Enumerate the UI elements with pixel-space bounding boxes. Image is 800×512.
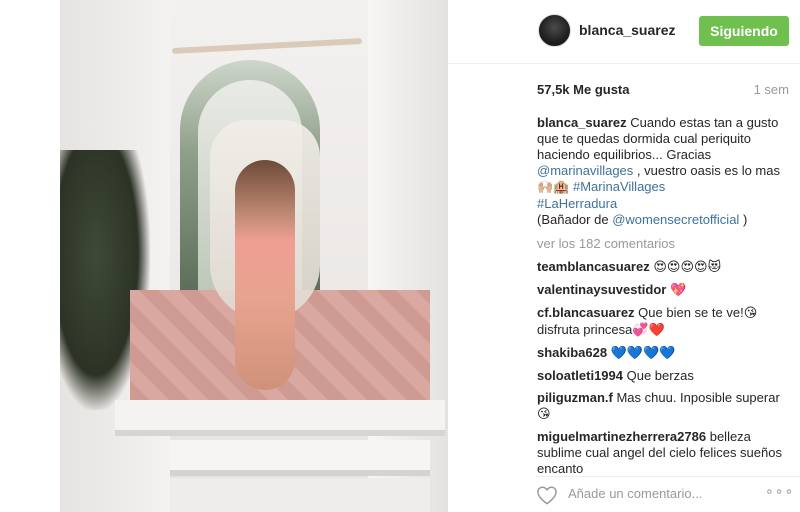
- comment-username[interactable]: teamblancasuarez: [537, 259, 650, 274]
- comment-item: cf.blancasuarez Que bien se te ve!😘 disf…: [537, 305, 794, 339]
- comment-emoji: 💖: [669, 283, 687, 298]
- comment-emoji: 💞❤️: [632, 323, 665, 338]
- mention-link[interactable]: @womensecretofficial: [612, 212, 739, 227]
- photo-step: [170, 440, 430, 470]
- comment-item: piliguzman.f Mas chuu. Inposible superar…: [537, 390, 794, 423]
- comment-emoji: 💙💙💙💙: [610, 346, 676, 361]
- comment-item: shakiba628 💙💙💙💙: [537, 345, 794, 362]
- username-link[interactable]: blanca_suarez: [579, 22, 676, 38]
- comment-username[interactable]: valentinaysuvestidor: [537, 282, 666, 297]
- post-sidebar: blanca_suarez Siguiendo 57,5k Me gusta 1…: [448, 0, 800, 512]
- comment-text: disfruta princesa: [537, 322, 633, 337]
- caption: blanca_suarez Cuando estas tan a gusto q…: [537, 115, 794, 228]
- comment-item: soloatleti1994 Que berzas: [537, 368, 794, 384]
- comment-username[interactable]: cf.blancasuarez: [537, 305, 635, 320]
- comment-text: Que bien se te ve!: [638, 305, 744, 320]
- caption-emoji: 🙌🏼🏨: [537, 180, 570, 195]
- comment-username[interactable]: soloatleti1994: [537, 368, 623, 383]
- following-button[interactable]: Siguiendo: [699, 16, 789, 46]
- comment-text: Mas chuu. Inposible superar: [616, 390, 780, 405]
- comment-emoji: 😘: [537, 407, 551, 422]
- photo-wall-right: [368, 0, 448, 512]
- avatar[interactable]: [538, 14, 571, 47]
- hashtag-link[interactable]: #LaHerradura: [537, 196, 617, 211]
- comment-footer: Añade un comentario... ∘∘∘: [536, 476, 800, 512]
- caption-username[interactable]: blanca_suarez: [537, 115, 627, 130]
- photo-person: [235, 160, 295, 390]
- photo-step: [115, 400, 445, 430]
- add-comment-input[interactable]: Añade un comentario...: [568, 486, 702, 501]
- post-time[interactable]: 1 sem: [754, 82, 789, 97]
- comment-emoji: 😍😍😍😍😻: [653, 260, 722, 275]
- likes-row: 57,5k Me gusta 1 sem: [537, 82, 789, 97]
- heart-icon[interactable]: [536, 485, 558, 505]
- view-all-comments-link[interactable]: ver los 182 comentarios: [537, 236, 794, 252]
- caption-text: ): [742, 212, 748, 227]
- mention-link[interactable]: @marinavillages: [537, 163, 633, 178]
- caption-text: , vuestro oasis es lo mas: [636, 163, 780, 178]
- comment-text: Que berzas: [626, 368, 694, 383]
- comment-item: miguelmartinezherrera2786 belleza sublim…: [537, 429, 794, 477]
- more-options-icon[interactable]: ∘∘∘: [765, 483, 794, 500]
- comment-username[interactable]: miguelmartinezherrera2786: [537, 429, 706, 444]
- comments-list: blanca_suarez Cuando estas tan a gusto q…: [537, 115, 794, 483]
- hashtag-link[interactable]: #MarinaVillages: [573, 179, 665, 194]
- comment-item: teamblancasuarez 😍😍😍😍😻: [537, 259, 794, 276]
- comment-username[interactable]: piliguzman.f: [537, 390, 613, 405]
- caption-text: (Bañador de: [537, 212, 609, 227]
- post-photo[interactable]: [60, 0, 448, 512]
- photo-step: [170, 478, 430, 512]
- likes-count[interactable]: 57,5k Me gusta: [537, 82, 630, 97]
- post-header: blanca_suarez Siguiendo: [448, 0, 800, 64]
- comment-username[interactable]: shakiba628: [537, 345, 607, 360]
- photo-hammock-bar: [171, 38, 363, 54]
- comment-emoji: 😘: [743, 306, 758, 321]
- comment-item: valentinaysuvestidor 💖: [537, 282, 794, 299]
